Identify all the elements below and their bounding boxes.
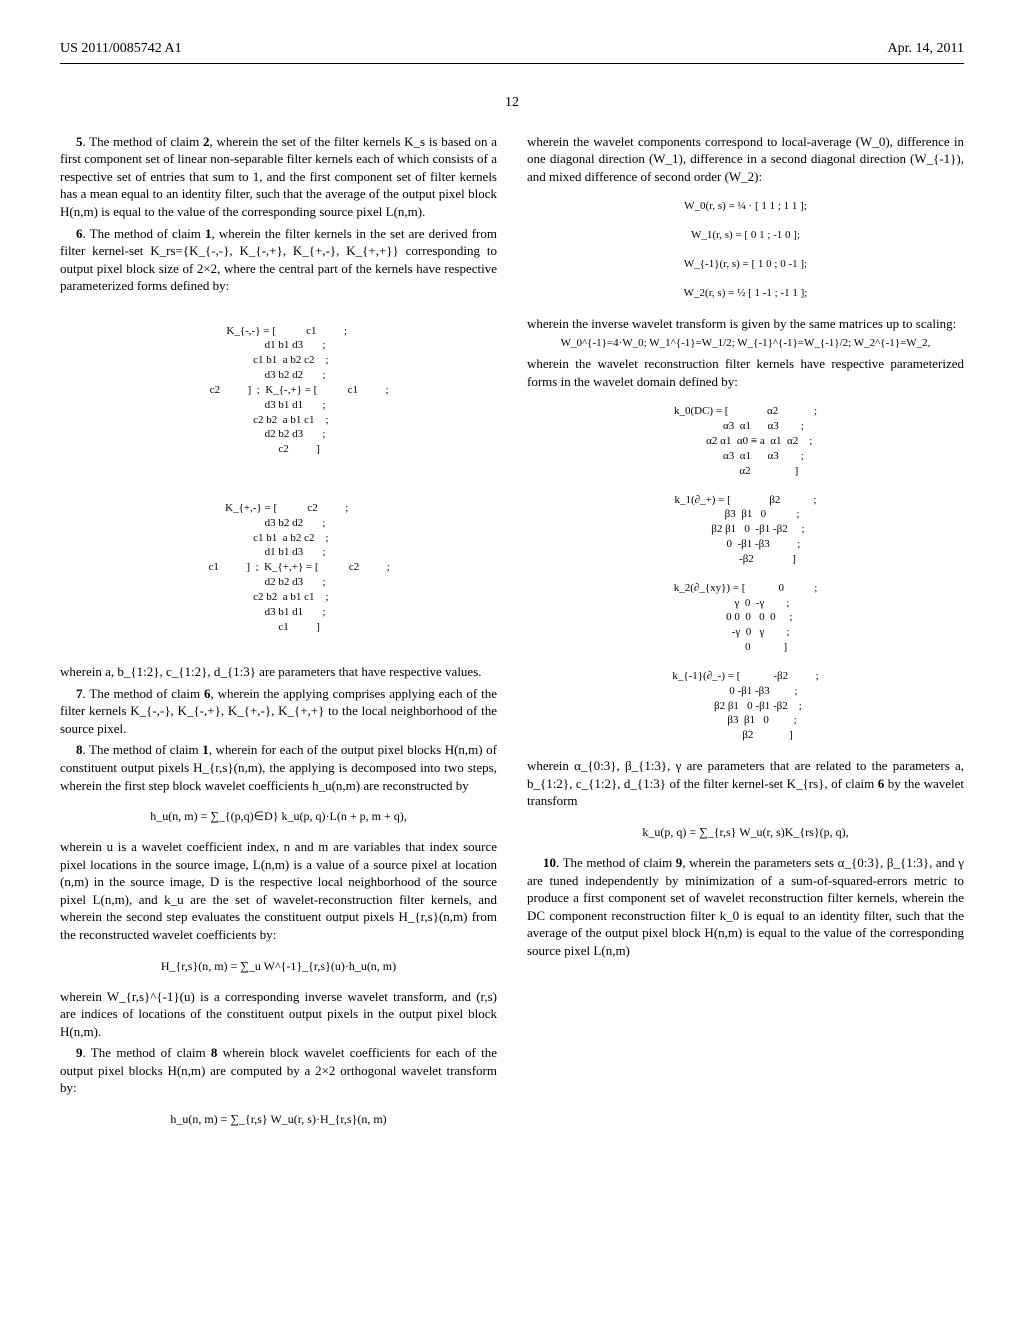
- claim-5: 5. The method of claim 2, wherein the se…: [60, 133, 497, 221]
- equation-hu: h_u(n, m) = ∑_{(p,q)∈D} k_u(p, q)·L(n + …: [60, 808, 497, 824]
- equation-Hrs: H_{r,s}(n, m) = ∑_u W^{-1}_{r,s}(u)·h_u(…: [60, 958, 497, 974]
- wavelet-recon-text: wherein the wavelet reconstruction filte…: [527, 355, 964, 390]
- matrix-k1: k_1(∂_+) = [ β2 ; β3 β1 0 ; β2 β1 0 -β1 …: [527, 493, 964, 567]
- kernel-matrices-top: K_{-,-} = [ c1 ; d1 b1 d3 ; c1 b1 a b2 c…: [60, 309, 497, 472]
- claim-number: 10: [543, 855, 556, 870]
- equation-hu2: h_u(n, m) = ∑_{r,s} W_u(r, s)·H_{r,s}(n,…: [60, 1111, 497, 1127]
- two-column-content: 5. The method of claim 2, wherein the se…: [60, 133, 964, 1141]
- claim-9: 9. The method of claim 8 wherein block w…: [60, 1044, 497, 1097]
- publication-date: Apr. 14, 2011: [888, 40, 964, 59]
- equation-W1: W_1(r, s) = [ 0 1 ; -1 0 ];: [527, 228, 964, 243]
- params-related-text: wherein α_{0:3}, β_{1:3}, γ are paramete…: [527, 757, 964, 810]
- claim-10: 10. The method of claim 9, wherein the p…: [527, 854, 964, 959]
- matrix-k2: k_2(∂_{xy}) = [ 0 ; γ 0 -γ ; 0 0 0 0 0 ;…: [527, 581, 964, 655]
- wavelet-components-text: wherein the wavelet components correspon…: [527, 133, 964, 186]
- claim-6: 6. The method of claim 1, wherein the fi…: [60, 225, 497, 295]
- claim-8-mid: wherein u is a wavelet coefficient index…: [60, 838, 497, 943]
- equation-ku: k_u(p, q) = ∑_{r,s} W_u(r, s)K_{rs}(p, q…: [527, 824, 964, 840]
- claim-8-end: wherein W_{r,s}^{-1}(u) is a correspondi…: [60, 988, 497, 1041]
- equation-W2: W_2(r, s) = ½ [ 1 -1 ; -1 1 ];: [527, 286, 964, 301]
- equation-Wm1: W_{-1}(r, s) = [ 1 0 ; 0 -1 ];: [527, 257, 964, 272]
- kernel-matrices-bottom: K_{+,-} = [ c2 ; d3 b2 d2 ; c1 b1 a b2 c…: [60, 486, 497, 649]
- claim-6-after: wherein a, b_{1:2}, c_{1:2}, d_{1:3} are…: [60, 663, 497, 681]
- matrix-km1: k_{-1}(∂_-) = [ -β2 ; 0 -β1 -β3 ; β2 β1 …: [527, 669, 964, 743]
- inverse-wavelet-text: wherein the inverse wavelet transform is…: [527, 315, 964, 333]
- left-column: 5. The method of claim 2, wherein the se…: [60, 133, 497, 1141]
- equation-W0: W_0(r, s) = ¼ · [ 1 1 ; 1 1 ];: [527, 199, 964, 214]
- header-rule: [60, 63, 964, 64]
- claim-7: 7. The method of claim 6, wherein the ap…: [60, 685, 497, 738]
- claim-8: 8. The method of claim 1, wherein for ea…: [60, 741, 497, 794]
- right-column: wherein the wavelet components correspon…: [527, 133, 964, 1141]
- page-header: US 2011/0085742 A1 Apr. 14, 2011: [60, 40, 964, 59]
- inverse-scaling: W_0^{-1}=4·W_0; W_1^{-1}=W_1/2; W_{-1}^{…: [527, 336, 964, 351]
- page-number: 12: [60, 94, 964, 113]
- publication-number: US 2011/0085742 A1: [60, 40, 182, 59]
- matrix-k0: k_0(DC) = [ α2 ; α3 α1 α3 ; α2 α1 α0 ≡ a…: [527, 404, 964, 478]
